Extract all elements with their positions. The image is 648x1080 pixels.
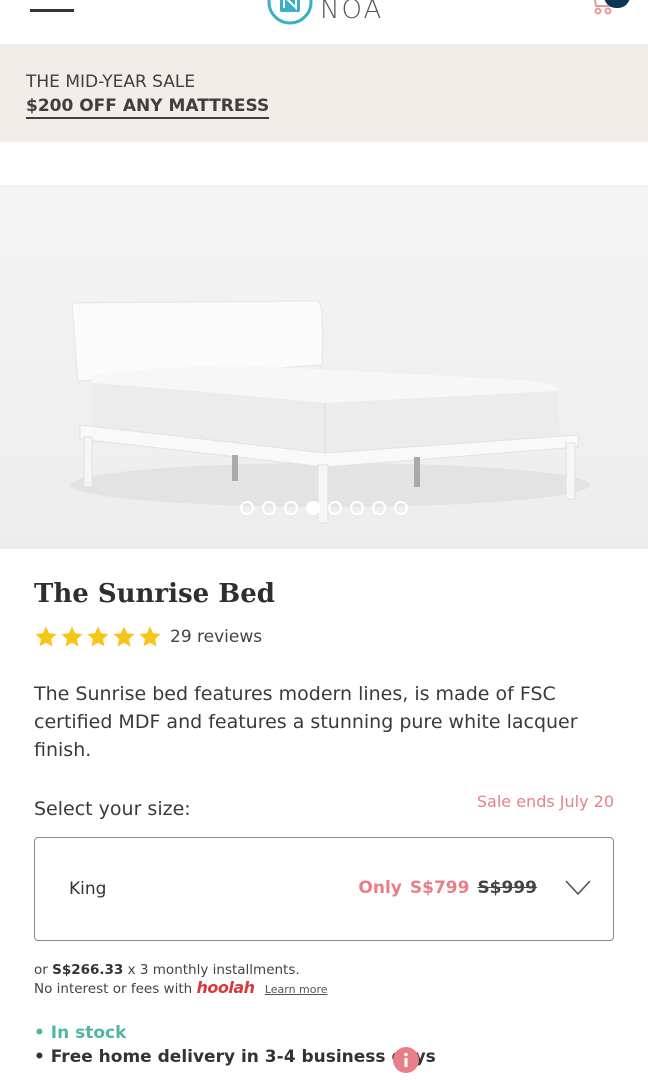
carousel-dot[interactable]: [350, 501, 364, 515]
promo-offer-link[interactable]: $200 OFF ANY MATTRESS: [26, 96, 270, 119]
reviews-link[interactable]: 29 reviews: [170, 627, 262, 647]
star-icon: [61, 626, 83, 647]
carousel-dot[interactable]: [262, 501, 276, 515]
carousel-dots: [240, 501, 408, 515]
menu-bar-bottom: [30, 9, 74, 12]
carousel-dot[interactable]: [394, 501, 408, 515]
original-price: S$999: [477, 878, 537, 898]
logo-text: NOA: [320, 0, 384, 25]
bed-product-image: [0, 185, 648, 549]
product-description: The Sunrise bed features modern lines, i…: [34, 683, 578, 761]
chevron-down-icon: [565, 880, 591, 896]
product-title: The Sunrise Bed: [34, 579, 275, 609]
promo-banner[interactable]: THE MID-YEAR SALE $200 OFF ANY MATTRESS: [0, 44, 648, 142]
info-icon[interactable]: [393, 1047, 419, 1073]
rating-stars: [34, 625, 162, 649]
sale-ends-notice: Sale ends July 20: [476, 792, 614, 811]
carousel-dot[interactable]: [328, 501, 342, 515]
stock-status: • In stock: [34, 1023, 127, 1043]
installments-prefix: or: [34, 962, 48, 978]
product-image-carousel[interactable]: [0, 185, 648, 549]
installments-suffix: x 3 monthly installments.: [127, 962, 300, 978]
size-label: Select your size:: [34, 798, 191, 820]
product-rating[interactable]: 29 reviews: [34, 624, 262, 650]
carousel-dot[interactable]: [284, 501, 298, 515]
price-only-label: Only: [358, 878, 402, 898]
delivery-info: • Free home delivery in 3-4 business day…: [34, 1047, 436, 1067]
installments-line2: No interest or fees with hoolah Learn mo…: [34, 979, 328, 999]
size-price: Only S$799 S$999: [358, 878, 537, 898]
sale-price: S$799: [409, 878, 470, 898]
star-icon: [113, 626, 135, 647]
size-dropdown[interactable]: King Only S$799 S$999: [34, 837, 614, 941]
site-logo[interactable]: NOA: [266, 0, 383, 26]
noa-logo-mark-icon: [267, 0, 313, 25]
selected-size: King: [69, 879, 107, 899]
installment-amount: S$266.33: [52, 962, 124, 978]
star-icon: [35, 626, 57, 647]
promo-title: THE MID-YEAR SALE: [26, 72, 196, 92]
star-icon: [87, 626, 109, 647]
installments-info: or S$266.33 x 3 monthly installments. No…: [34, 961, 328, 999]
star-icon: [139, 626, 161, 647]
site-header: NOA 0: [0, 0, 648, 44]
hamburger-menu-icon[interactable]: [30, 0, 74, 16]
installments-line1: or S$266.33 x 3 monthly installments.: [34, 961, 328, 979]
carousel-dot[interactable]: [372, 501, 386, 515]
hoolah-logo: hoolah: [196, 978, 255, 997]
carousel-dot[interactable]: [306, 501, 320, 515]
installments-no-fees: No interest or fees with: [34, 981, 193, 997]
carousel-dot[interactable]: [240, 501, 254, 515]
learn-more-link[interactable]: Learn more: [265, 983, 328, 996]
